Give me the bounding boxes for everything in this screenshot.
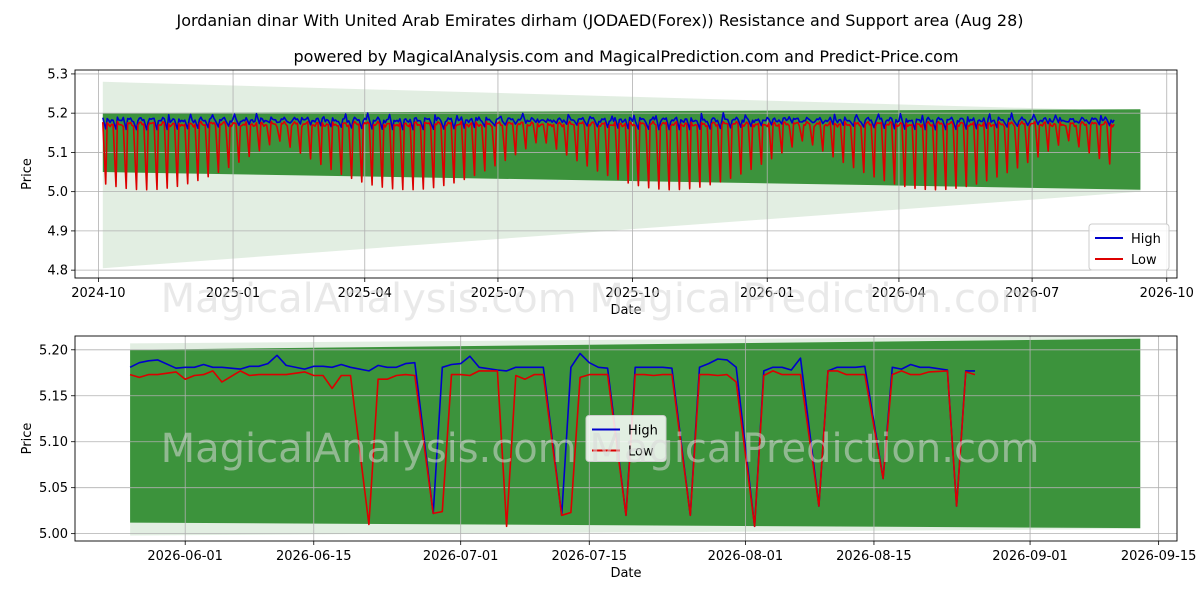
x-tick-label: 2026-07-01 [423, 549, 499, 564]
chart-title: Jordanian dinar With United Arab Emirate… [175, 11, 1023, 30]
y-tick-label: 5.20 [39, 343, 68, 358]
chart-canvas: Jordanian dinar With United Arab Emirate… [20, 11, 1197, 581]
x-tick-label: 2026-06-01 [147, 549, 223, 564]
y-tick-label: 5.05 [39, 481, 68, 496]
watermark-top: MagicalAnalysis.com MagicalPrediction.co… [161, 276, 1040, 322]
x-tick-label: 2024-10 [71, 286, 125, 301]
y-tick-label: 5.15 [39, 389, 68, 404]
legend-label-low: Low [1131, 253, 1157, 268]
watermark-bottom: MagicalAnalysis.com MagicalPrediction.co… [161, 426, 1040, 472]
y-tick-label: 5.3 [47, 67, 68, 82]
x-tick-label: 2026-07-15 [551, 549, 627, 564]
y-tick-label: 5.2 [47, 107, 68, 122]
legend-label-high: High [1131, 232, 1161, 247]
legend: High Low [1088, 223, 1170, 271]
x-tick-label: 2026-08-15 [836, 549, 912, 564]
y-tick-label: 4.8 [47, 264, 68, 279]
y-tick-label: 5.00 [39, 527, 68, 542]
y-tick-label: 5.1 [47, 146, 68, 161]
x-tick-label: 2026-06-15 [276, 549, 352, 564]
plot-area [75, 70, 1177, 278]
y-tick-label: 5.0 [47, 185, 68, 200]
x-tick-label: 2026-08-01 [708, 549, 784, 564]
y-axis-label: Price [20, 158, 35, 190]
x-axis-label: Date [610, 566, 641, 581]
x-tick-label: 2026-09-15 [1121, 549, 1197, 564]
x-tick-label: 2026-09-01 [992, 549, 1068, 564]
y-tick-label: 4.9 [47, 224, 68, 239]
legend-box [1088, 223, 1170, 271]
y-tick-label: 5.10 [39, 435, 68, 450]
y-axis-label: Price [20, 423, 35, 455]
x-tick-label: 2026-10 [1140, 286, 1194, 301]
chart-subtitle: powered by MagicalAnalysis.com and Magic… [293, 47, 958, 66]
